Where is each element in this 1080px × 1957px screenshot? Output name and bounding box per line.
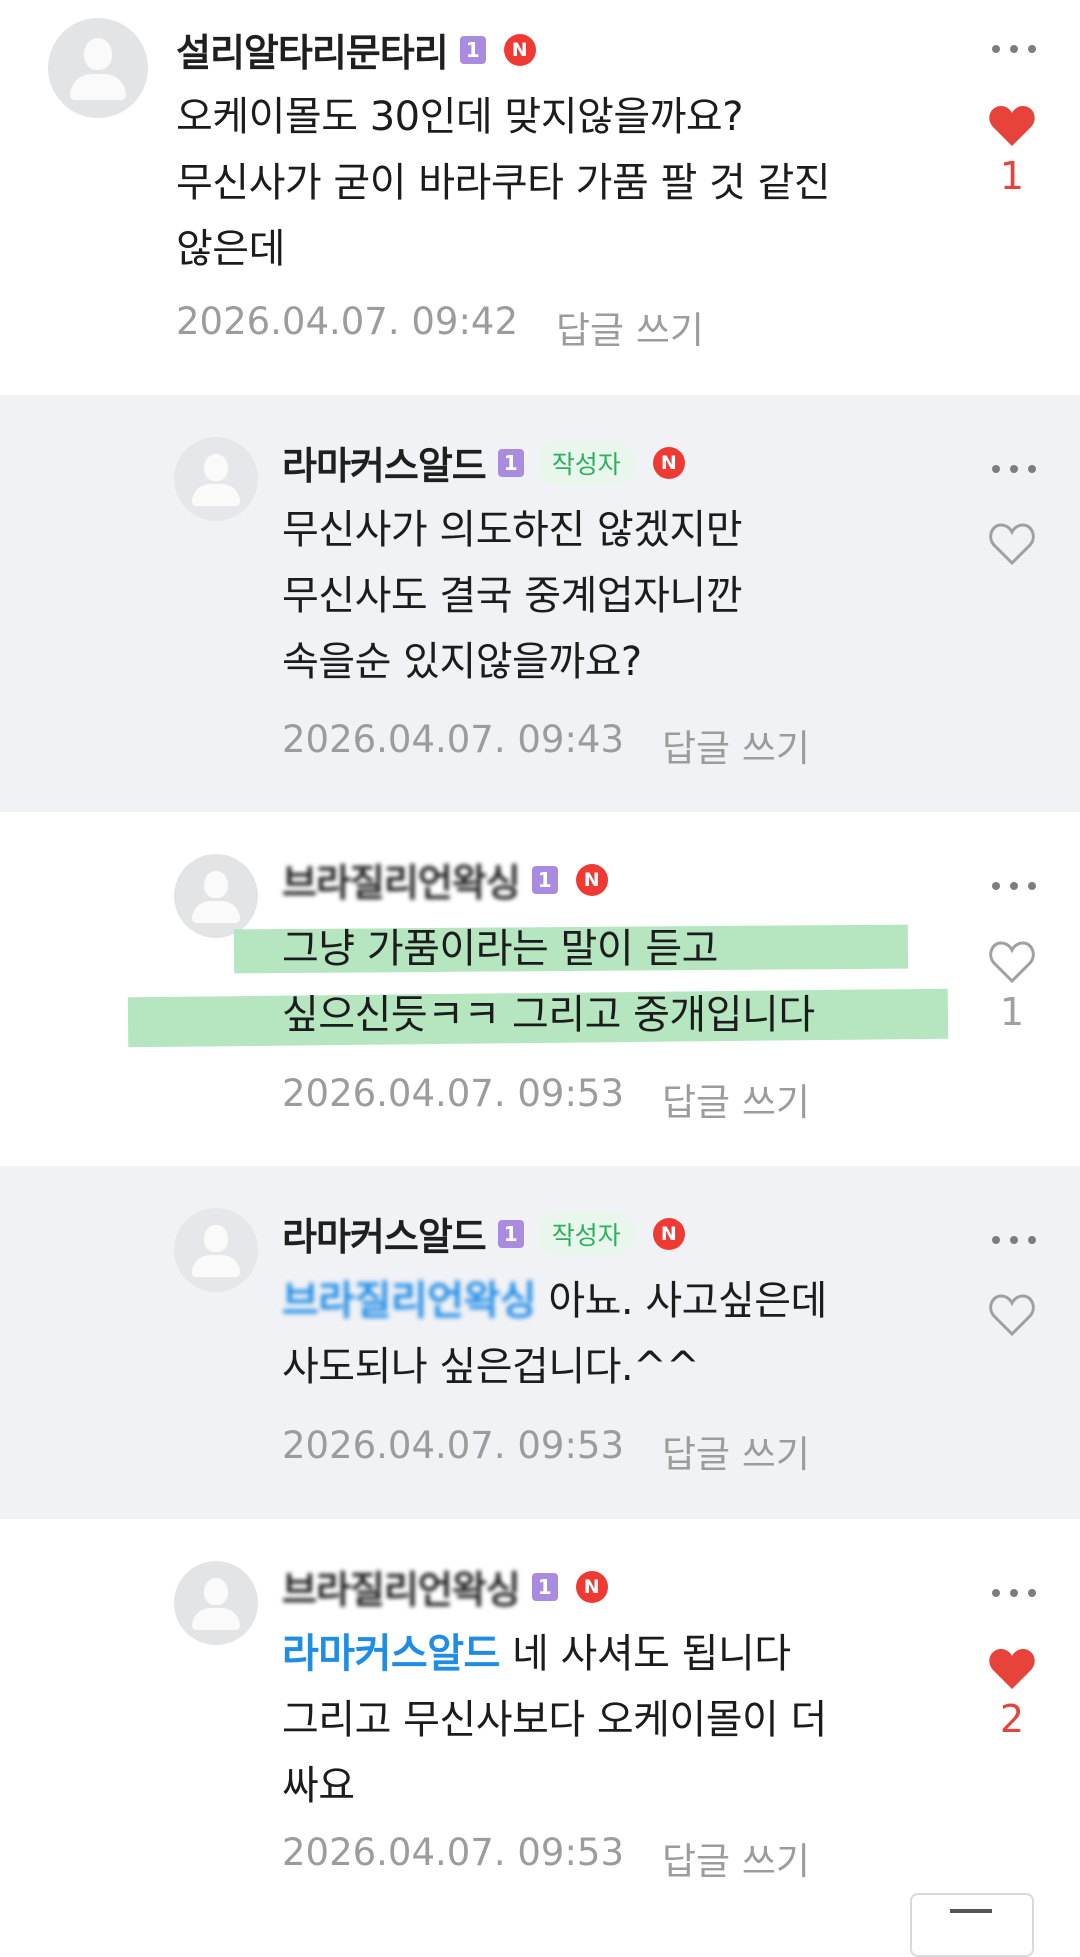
nickname[interactable]: 라마커스알드 (282, 1206, 487, 1261)
like-count: 2 (999, 1697, 1025, 1741)
n-badge: N (503, 33, 536, 66)
comment-text: 브라질리언왁싱 아뇨. 사고싶은데 사도되나 싶은겁니다.^^ (282, 1268, 827, 1400)
nickname[interactable]: 라마커스알드 (282, 435, 487, 490)
reply-button[interactable]: 답글 쓰기 (662, 1831, 810, 1885)
more-icon[interactable] (992, 1589, 1036, 1599)
reply-button[interactable]: 답글 쓰기 (662, 1424, 810, 1478)
heart-icon (989, 523, 1035, 566)
nickname[interactable]: 브라질리언왁싱 (282, 852, 521, 907)
timestamp: 2026.04.07. 09:42 (176, 300, 518, 343)
level-badge: 1 (497, 1219, 524, 1248)
reply-button[interactable]: 답글 쓰기 (556, 300, 704, 354)
comment-header: 라마커스알드 1 작성자 N (282, 435, 685, 490)
avatar[interactable] (174, 854, 258, 938)
reply-comment: 라마커스알드 1 작성자 N 브라질리언왁싱 아뇨. 사고싶은데 사도되나 싶은… (0, 1166, 1080, 1519)
n-badge: N (575, 1570, 608, 1603)
reply-comment: 라마커스알드 1 작성자 N 무신사가 의도하진 않겠지만 무신사도 결국 중계… (0, 395, 1080, 812)
comment-meta: 2026.04.07. 09:53 답글 쓰기 (282, 1831, 810, 1885)
reply-comment: 브라질리언왁싱 1 N 그냥 가품이라는 말이 듣고 싶으신듯ㅋㅋ 그리고 중개… (0, 812, 1080, 1166)
like-button[interactable]: 2 (986, 1647, 1038, 1741)
level-badge: 1 (531, 865, 558, 894)
nickname[interactable]: 설리알타리문타리 (176, 22, 449, 77)
like-button[interactable] (986, 1293, 1038, 1343)
timestamp: 2026.04.07. 09:53 (282, 1072, 624, 1115)
comment-meta: 2026.04.07. 09:53 답글 쓰기 (282, 1424, 810, 1478)
level-badge: 1 (459, 35, 486, 64)
heart-icon (989, 1649, 1035, 1689)
author-badge: 작성자 (537, 1211, 635, 1256)
comment-text: 라마커스알드 네 사셔도 됩니다 그리고 무신사보다 오케이몰이 더 싸요 (282, 1621, 827, 1819)
avatar[interactable] (174, 437, 258, 521)
comment-meta: 2026.04.07. 09:53 답글 쓰기 (282, 1072, 810, 1126)
mention-link[interactable]: 브라질리언왁싱 (282, 1278, 537, 1324)
nickname[interactable]: 브라질리언왁싱 (282, 1559, 521, 1614)
comment: 설리알타리문타리 1 N 오케이몰도 30인데 맞지않을까요? 무신사가 굳이 … (0, 0, 1080, 395)
comment-header: 설리알타리문타리 1 N (176, 22, 536, 77)
scroll-top-button[interactable] (910, 1893, 1034, 1957)
timestamp: 2026.04.07. 09:43 (282, 718, 624, 761)
more-icon[interactable] (992, 45, 1036, 55)
comment-text: 무신사가 의도하진 않겠지만 무신사도 결국 중계업자니깐 속을순 있지않을까요… (282, 507, 743, 685)
level-badge: 1 (531, 1572, 558, 1601)
comment-meta: 2026.04.07. 09:42 답글 쓰기 (176, 300, 704, 354)
like-count: 1 (999, 154, 1025, 198)
mention-link[interactable]: 라마커스알드 (282, 1631, 500, 1677)
like-button[interactable]: 1 (986, 940, 1038, 1034)
reply-comment: 브라질리언왁싱 1 N 라마커스알드 네 사셔도 됩니다 그리고 무신사보다 오… (0, 1519, 1080, 1920)
like-count: 1 (999, 990, 1025, 1034)
like-button[interactable]: 1 (986, 104, 1038, 198)
comment-header: 라마커스알드 1 작성자 N (282, 1206, 685, 1261)
avatar[interactable] (174, 1208, 258, 1292)
heart-icon (989, 1294, 1035, 1337)
timestamp: 2026.04.07. 09:53 (282, 1424, 624, 1467)
n-badge: N (652, 1217, 685, 1250)
more-icon[interactable] (992, 1236, 1036, 1246)
heart-icon (989, 941, 1035, 984)
timestamp: 2026.04.07. 09:53 (282, 1831, 624, 1874)
reply-button[interactable]: 답글 쓰기 (662, 1072, 810, 1126)
more-icon[interactable] (992, 882, 1036, 892)
more-icon[interactable] (992, 465, 1036, 475)
avatar[interactable] (174, 1561, 258, 1645)
n-badge: N (652, 446, 685, 479)
comment-meta: 2026.04.07. 09:43 답글 쓰기 (282, 718, 810, 772)
avatar[interactable] (48, 18, 148, 118)
n-badge: N (575, 863, 608, 896)
level-badge: 1 (497, 448, 524, 477)
heart-icon (989, 106, 1035, 146)
comment-text: 오케이몰도 30인데 맞지않을까요? 무신사가 굳이 바라쿠타 가품 팔 것 같… (176, 94, 831, 272)
author-badge: 작성자 (537, 440, 635, 485)
comment-header: 브라질리언왁싱 1 N (282, 852, 608, 907)
like-button[interactable] (986, 522, 1038, 572)
reply-button[interactable]: 답글 쓰기 (662, 718, 810, 772)
comment-text: 그냥 가품이라는 말이 듣고 싶으신듯ㅋㅋ 그리고 중개입니다 (282, 926, 815, 1038)
comment-header: 브라질리언왁싱 1 N (282, 1559, 608, 1614)
